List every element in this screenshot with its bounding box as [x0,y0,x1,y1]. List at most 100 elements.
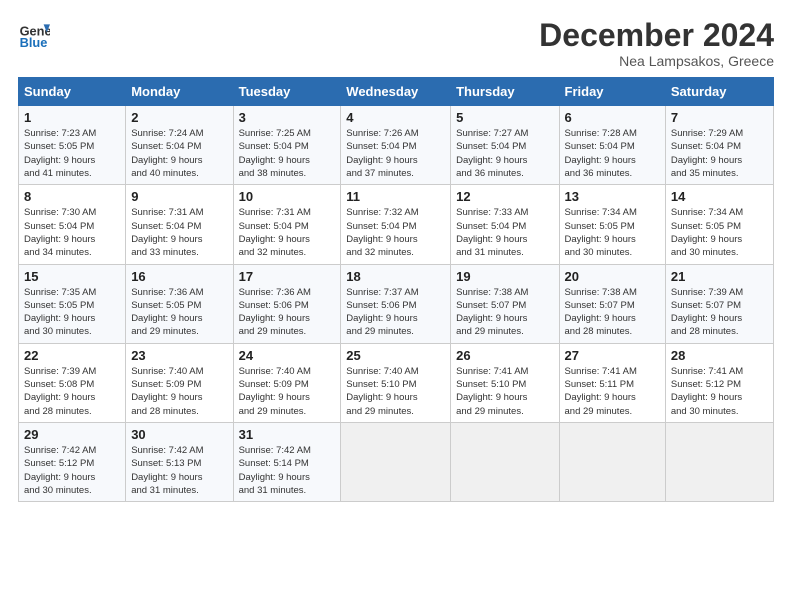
day-number: 13 [565,189,660,204]
calendar-week-5: 29 Sunrise: 7:42 AMSunset: 5:12 PMDayligh… [19,422,774,501]
day-info: Sunrise: 7:26 AMSunset: 5:04 PMDaylight:… [346,127,445,180]
calendar-week-4: 22 Sunrise: 7:39 AMSunset: 5:08 PMDayligh… [19,343,774,422]
day-number: 18 [346,269,445,284]
day-number: 12 [456,189,553,204]
day-info: Sunrise: 7:36 AMSunset: 5:06 PMDaylight:… [239,286,336,339]
day-info: Sunrise: 7:42 AMSunset: 5:12 PMDaylight:… [24,444,120,497]
day-number: 20 [565,269,660,284]
weekday-header-monday: Monday [126,78,233,106]
weekday-header-tuesday: Tuesday [233,78,341,106]
day-number: 10 [239,189,336,204]
day-info: Sunrise: 7:33 AMSunset: 5:04 PMDaylight:… [456,206,553,259]
calendar-cell: 31 Sunrise: 7:42 AMSunset: 5:14 PMDayligh… [233,422,341,501]
page-container: General Blue December 2024 Nea Lampsakos… [0,0,792,512]
day-number: 4 [346,110,445,125]
logo: General Blue [18,18,50,50]
day-number: 27 [565,348,660,363]
title-block: December 2024 Nea Lampsakos, Greece [539,18,774,69]
day-number: 1 [24,110,120,125]
calendar-cell: 25 Sunrise: 7:40 AMSunset: 5:10 PMDayligh… [341,343,451,422]
day-info: Sunrise: 7:41 AMSunset: 5:11 PMDaylight:… [565,365,660,418]
day-number: 7 [671,110,768,125]
month-title: December 2024 [539,18,774,53]
day-info: Sunrise: 7:41 AMSunset: 5:10 PMDaylight:… [456,365,553,418]
day-info: Sunrise: 7:42 AMSunset: 5:14 PMDaylight:… [239,444,336,497]
day-info: Sunrise: 7:24 AMSunset: 5:04 PMDaylight:… [131,127,227,180]
day-number: 31 [239,427,336,442]
day-info: Sunrise: 7:37 AMSunset: 5:06 PMDaylight:… [346,286,445,339]
day-info: Sunrise: 7:35 AMSunset: 5:05 PMDaylight:… [24,286,120,339]
day-info: Sunrise: 7:32 AMSunset: 5:04 PMDaylight:… [346,206,445,259]
day-info: Sunrise: 7:23 AMSunset: 5:05 PMDaylight:… [24,127,120,180]
calendar-cell: 17 Sunrise: 7:36 AMSunset: 5:06 PMDayligh… [233,264,341,343]
calendar-table: SundayMondayTuesdayWednesdayThursdayFrid… [18,77,774,502]
calendar-cell: 7Sunrise: 7:29 AMSunset: 5:04 PMDaylight… [665,106,773,185]
calendar-cell: 3Sunrise: 7:25 AMSunset: 5:04 PMDaylight… [233,106,341,185]
calendar-cell: 9 Sunrise: 7:31 AMSunset: 5:04 PMDaylight… [126,185,233,264]
header: General Blue December 2024 Nea Lampsakos… [18,18,774,69]
calendar-cell: 20 Sunrise: 7:38 AMSunset: 5:07 PMDayligh… [559,264,665,343]
day-number: 14 [671,189,768,204]
calendar-cell: 24 Sunrise: 7:40 AMSunset: 5:09 PMDayligh… [233,343,341,422]
calendar-cell [451,422,559,501]
day-number: 21 [671,269,768,284]
weekday-header-saturday: Saturday [665,78,773,106]
calendar-week-3: 15Sunrise: 7:35 AMSunset: 5:05 PMDayligh… [19,264,774,343]
day-info: Sunrise: 7:41 AMSunset: 5:12 PMDaylight:… [671,365,768,418]
calendar-cell: 16 Sunrise: 7:36 AMSunset: 5:05 PMDayligh… [126,264,233,343]
day-number: 2 [131,110,227,125]
day-number: 8 [24,189,120,204]
day-info: Sunrise: 7:31 AMSunset: 5:04 PMDaylight:… [131,206,227,259]
calendar-cell: 18 Sunrise: 7:37 AMSunset: 5:06 PMDayligh… [341,264,451,343]
day-number: 22 [24,348,120,363]
calendar-cell: 26 Sunrise: 7:41 AMSunset: 5:10 PMDayligh… [451,343,559,422]
day-info: Sunrise: 7:27 AMSunset: 5:04 PMDaylight:… [456,127,553,180]
day-number: 17 [239,269,336,284]
day-info: Sunrise: 7:38 AMSunset: 5:07 PMDaylight:… [565,286,660,339]
day-info: Sunrise: 7:40 AMSunset: 5:09 PMDaylight:… [239,365,336,418]
day-info: Sunrise: 7:34 AMSunset: 5:05 PMDaylight:… [671,206,768,259]
calendar-cell: 22 Sunrise: 7:39 AMSunset: 5:08 PMDayligh… [19,343,126,422]
calendar-cell: 14 Sunrise: 7:34 AMSunset: 5:05 PMDayligh… [665,185,773,264]
calendar-cell: 2 Sunrise: 7:24 AMSunset: 5:04 PMDaylight… [126,106,233,185]
calendar-week-1: 1 Sunrise: 7:23 AMSunset: 5:05 PMDaylight… [19,106,774,185]
calendar-cell: 10 Sunrise: 7:31 AMSunset: 5:04 PMDayligh… [233,185,341,264]
calendar-cell: 30Sunrise: 7:42 AMSunset: 5:13 PMDayligh… [126,422,233,501]
day-number: 26 [456,348,553,363]
day-number: 23 [131,348,227,363]
calendar-cell: 5Sunrise: 7:27 AMSunset: 5:04 PMDaylight… [451,106,559,185]
day-number: 24 [239,348,336,363]
calendar-cell: 13 Sunrise: 7:34 AMSunset: 5:05 PMDayligh… [559,185,665,264]
calendar-cell: 15Sunrise: 7:35 AMSunset: 5:05 PMDayligh… [19,264,126,343]
calendar-cell: 23Sunrise: 7:40 AMSunset: 5:09 PMDayligh… [126,343,233,422]
calendar-cell: 28 Sunrise: 7:41 AMSunset: 5:12 PMDayligh… [665,343,773,422]
calendar-cell: 27 Sunrise: 7:41 AMSunset: 5:11 PMDayligh… [559,343,665,422]
calendar-cell: 12 Sunrise: 7:33 AMSunset: 5:04 PMDayligh… [451,185,559,264]
day-number: 19 [456,269,553,284]
weekday-header-thursday: Thursday [451,78,559,106]
day-number: 30 [131,427,227,442]
weekday-header-sunday: Sunday [19,78,126,106]
day-number: 28 [671,348,768,363]
day-info: Sunrise: 7:39 AMSunset: 5:08 PMDaylight:… [24,365,120,418]
calendar-cell [341,422,451,501]
day-number: 25 [346,348,445,363]
day-info: Sunrise: 7:28 AMSunset: 5:04 PMDaylight:… [565,127,660,180]
location-subtitle: Nea Lampsakos, Greece [539,53,774,69]
calendar-cell: 29 Sunrise: 7:42 AMSunset: 5:12 PMDayligh… [19,422,126,501]
calendar-cell: 11Sunrise: 7:32 AMSunset: 5:04 PMDayligh… [341,185,451,264]
calendar-week-2: 8Sunrise: 7:30 AMSunset: 5:04 PMDaylight… [19,185,774,264]
calendar-cell: 1 Sunrise: 7:23 AMSunset: 5:05 PMDaylight… [19,106,126,185]
calendar-cell: 4 Sunrise: 7:26 AMSunset: 5:04 PMDaylight… [341,106,451,185]
day-number: 9 [131,189,227,204]
day-number: 29 [24,427,120,442]
day-info: Sunrise: 7:40 AMSunset: 5:10 PMDaylight:… [346,365,445,418]
day-number: 16 [131,269,227,284]
day-info: Sunrise: 7:34 AMSunset: 5:05 PMDaylight:… [565,206,660,259]
day-number: 6 [565,110,660,125]
day-info: Sunrise: 7:31 AMSunset: 5:04 PMDaylight:… [239,206,336,259]
day-info: Sunrise: 7:25 AMSunset: 5:04 PMDaylight:… [239,127,336,180]
day-info: Sunrise: 7:36 AMSunset: 5:05 PMDaylight:… [131,286,227,339]
calendar-cell [559,422,665,501]
calendar-cell: 6 Sunrise: 7:28 AMSunset: 5:04 PMDaylight… [559,106,665,185]
